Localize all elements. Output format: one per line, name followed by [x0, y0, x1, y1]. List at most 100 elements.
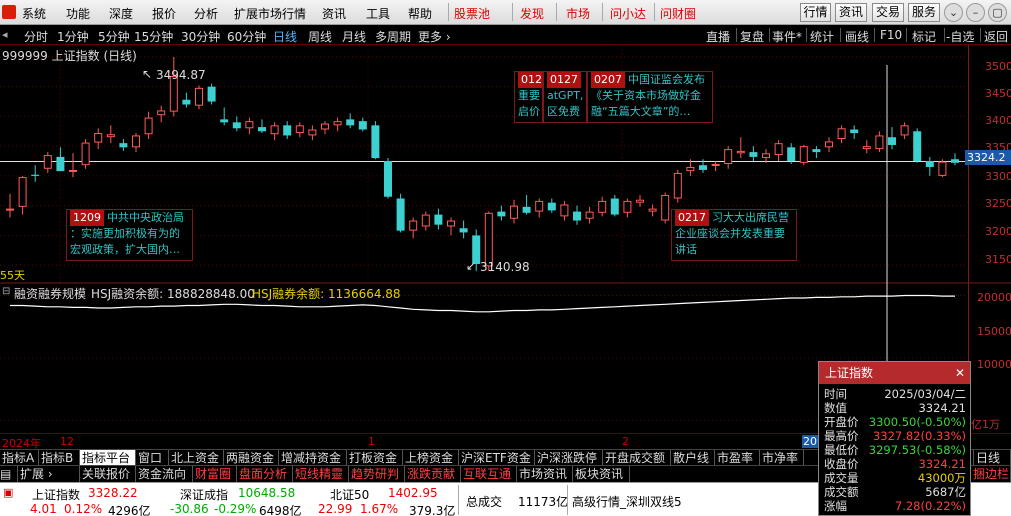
tab-short-term-elf[interactable]: 短线精靈	[293, 466, 349, 482]
popup-row-value: 3324.21	[918, 401, 966, 415]
tab-daily-line[interactable]: 日线	[973, 450, 1011, 466]
tab-extend[interactable]: 扩展 ›	[18, 466, 80, 482]
menu-market[interactable]: 市场	[566, 5, 590, 22]
tool-f10[interactable]: F10	[880, 28, 902, 42]
status-menu-icon[interactable]: ▣	[3, 486, 13, 499]
tab-limit-stats[interactable]: 沪深涨跌停	[535, 450, 603, 466]
period-tab-5min[interactable]: 5分钟	[98, 28, 130, 45]
menu-analysis[interactable]: 分析	[194, 5, 218, 22]
candle-body-down	[207, 86, 216, 102]
period-tab-timeshare[interactable]: 分时	[24, 28, 48, 45]
tab-billboard-funds[interactable]: 上榜资金	[403, 450, 459, 466]
tab-trend-study[interactable]: 趋势研判	[349, 466, 405, 482]
menu-tools[interactable]: 工具	[366, 5, 390, 22]
tab-wealth-circle[interactable]: 财富圈	[193, 466, 237, 482]
menu-quote[interactable]: 报价	[152, 5, 176, 22]
menu-stock-pool[interactable]: 股票池	[454, 5, 490, 22]
candle-body-up	[724, 149, 733, 164]
menu-wealth-circle[interactable]: 问财圈	[660, 5, 696, 22]
top-trade-button[interactable]: 交易	[872, 3, 904, 22]
tab-pe-ratio[interactable]: 市盈率	[715, 450, 760, 466]
news-annotation-0127[interactable]: 0127 atGPT, 区免费	[543, 71, 587, 123]
tool-mark[interactable]: 标记	[912, 28, 936, 45]
tab-northbound[interactable]: 北上资金	[169, 450, 224, 466]
news-annotation-0207[interactable]: 0207 中国证监会发布 《关于资本市场做好金 融“五篇大文章”的…	[587, 71, 713, 123]
tab-open-volume[interactable]: 开盘成交额	[603, 450, 671, 466]
menu-bar: 系统 功能 深度 报价 分析 扩展市场行情 资讯 工具 帮助 股票池 发现 市场…	[0, 0, 1011, 25]
top-quote-button[interactable]: 行情	[800, 3, 831, 22]
candle-body-down	[358, 121, 367, 130]
tool-live[interactable]: 直播	[706, 28, 730, 45]
candle-body-down	[220, 119, 229, 123]
tab-connect[interactable]: 互联互通	[461, 466, 517, 482]
popup-close-icon[interactable]: ✕	[955, 362, 965, 384]
window-dropdown-icon[interactable]: ⌄	[944, 3, 963, 22]
tab-etf-funds[interactable]: 沪深ETF资金	[459, 450, 535, 466]
idx2-name[interactable]: 深证成指	[180, 486, 228, 503]
idx3-name[interactable]: 北证50	[330, 486, 369, 503]
maximize-icon[interactable]: ▢	[988, 3, 1007, 22]
tab-indicator-b[interactable]: 指标B	[39, 450, 80, 466]
tab-margin-funds[interactable]: 两融资金	[224, 450, 279, 466]
menu-system[interactable]: 系统	[22, 5, 46, 22]
top-service-button[interactable]: 服务	[908, 3, 940, 22]
tab-fund-flow[interactable]: 资金流向	[136, 466, 193, 482]
news-annotation-0217[interactable]: 0217 习大大出席民营 企业座谈会并发表重要 讲话	[671, 209, 797, 261]
menu-function[interactable]: 功能	[66, 5, 90, 22]
tab-retail-line[interactable]: 散户线	[671, 450, 715, 466]
tab-indicator-a[interactable]: 指标A	[0, 450, 39, 466]
tab-market-analysis[interactable]: 盘面分析	[237, 466, 293, 482]
period-tab-more[interactable]: 更多 ›	[418, 28, 451, 45]
tool-divider	[769, 28, 770, 42]
menu-discover[interactable]: 发现	[520, 5, 544, 22]
candle-body-down	[522, 206, 531, 213]
top-news-button[interactable]: 资讯	[835, 3, 867, 22]
period-tab-15min[interactable]: 15分钟	[134, 28, 173, 45]
tab-holding-change[interactable]: 增减持资金	[279, 450, 347, 466]
menu-depth[interactable]: 深度	[109, 5, 133, 22]
tool-replay[interactable]: 复盘	[740, 28, 764, 45]
tool-stats[interactable]: 统计	[810, 28, 834, 45]
menu-ask-xiaoda[interactable]: 问小达	[610, 5, 646, 22]
period-tab-multi[interactable]: 多周期	[375, 28, 411, 45]
tab-window[interactable]: 窗口	[136, 450, 169, 466]
period-tab-30min[interactable]: 30分钟	[181, 28, 220, 45]
tab-pb-ratio[interactable]: 市净率	[760, 450, 804, 466]
popup-row-label: 数值	[824, 401, 847, 415]
tab-contribution[interactable]: 涨跌贡献	[405, 466, 461, 482]
idx1-name[interactable]: 上证指数	[32, 486, 80, 503]
tool-draw-line[interactable]: 画线	[845, 28, 869, 45]
expand-icon[interactable]: ▤	[0, 466, 18, 482]
popup-row-label: 最高价	[824, 429, 859, 443]
popup-row: 时间 2025/03/04/二	[819, 387, 970, 401]
tab-limit-up-funds[interactable]: 打板资金	[347, 450, 403, 466]
tab-sector-news[interactable]: 板块资讯	[573, 466, 630, 482]
tool-add-watchlist[interactable]: -自选	[946, 28, 974, 45]
period-tab-weekly[interactable]: 周线	[308, 28, 332, 45]
minimize-icon[interactable]: –	[966, 3, 985, 22]
period-tab-monthly[interactable]: 月线	[342, 28, 366, 45]
candle-body-up	[106, 134, 115, 138]
tab-market-news[interactable]: 市场资讯	[517, 466, 573, 482]
tool-events[interactable]: 事件*	[772, 28, 802, 45]
popup-row-value: 7.28(0.22%)	[894, 499, 966, 513]
menu-extended-market[interactable]: 扩展市场行情	[234, 5, 306, 22]
menu-news[interactable]: 资讯	[322, 5, 346, 22]
tab-indicator-platform[interactable]: 指标平台	[80, 450, 136, 466]
news-annotation-1209[interactable]: 1209 中共中央政治局 ：实施更加积极有为的 宏观政策，扩大国内…	[66, 209, 193, 261]
popup-row-label: 收盘价	[824, 457, 859, 471]
period-left-arrow-icon[interactable]: ◂	[2, 28, 8, 41]
tab-side-bar[interactable]: 捆边栏	[970, 466, 1011, 482]
tab-related-quotes[interactable]: 关联报价	[80, 466, 136, 482]
quote-server-label[interactable]: 高级行情_深圳双线5	[572, 493, 682, 510]
period-tab-daily[interactable]: 日线	[273, 28, 297, 45]
period-tab-60min[interactable]: 60分钟	[227, 28, 266, 45]
menu-help[interactable]: 帮助	[408, 5, 432, 22]
detail-popup: 上证指数 ✕ 时间 2025/03/04/二 数值 3324.21 开盘价 3300.50…	[818, 361, 971, 516]
tool-back[interactable]: 返回	[984, 28, 1008, 45]
period-tab-1min[interactable]: 1分钟	[57, 28, 89, 45]
news-annotation-012[interactable]: 012 重要 启价	[514, 71, 543, 123]
candle-body-down	[56, 156, 65, 172]
date-label-dec: 12	[60, 435, 74, 448]
popup-header[interactable]: 上证指数 ✕	[819, 362, 970, 384]
